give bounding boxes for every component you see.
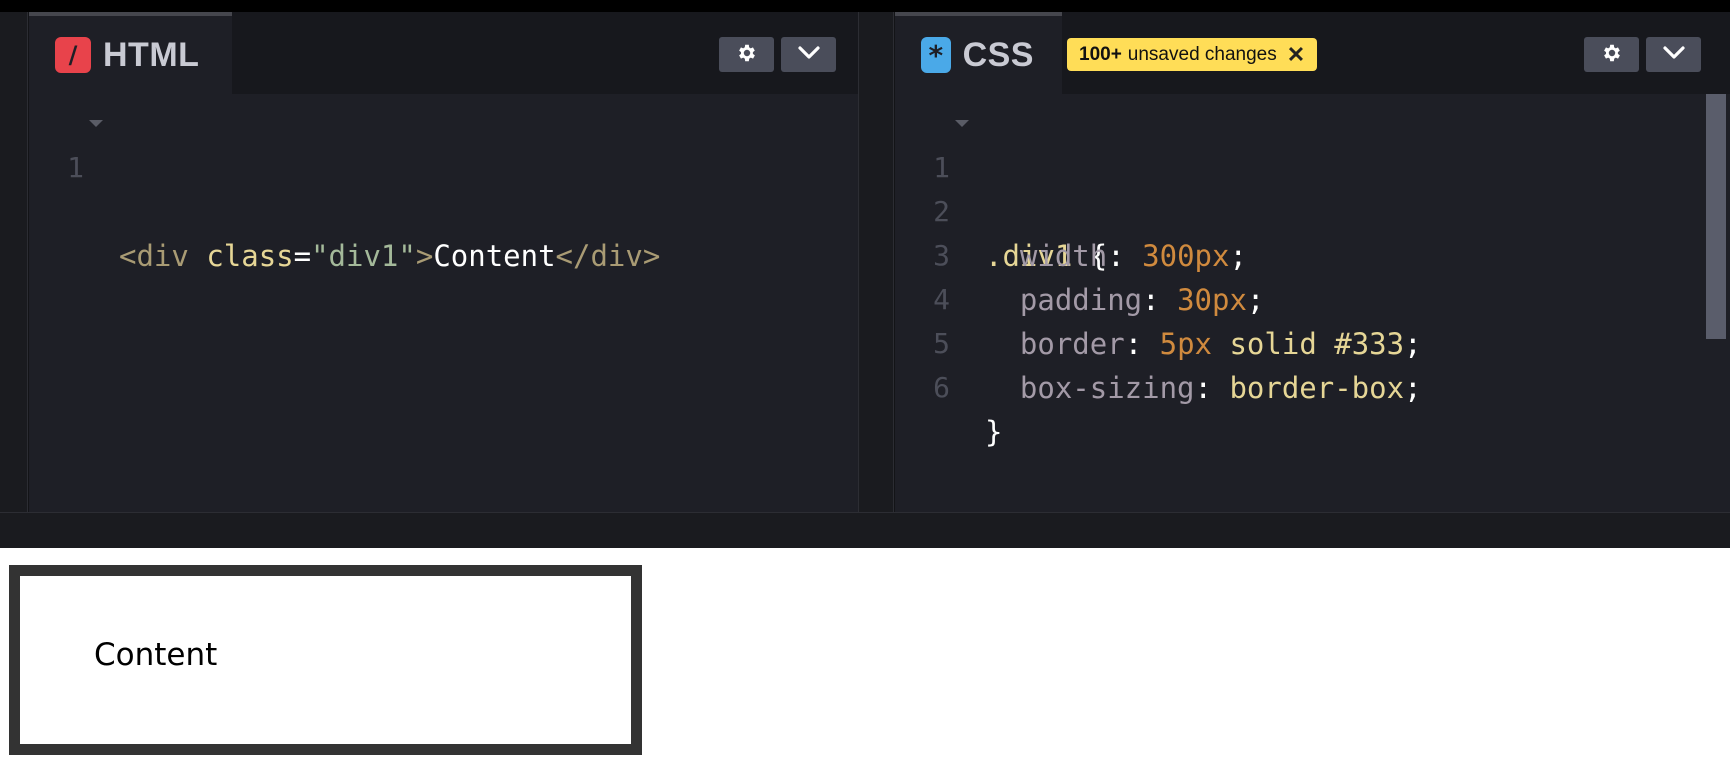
- html-tab[interactable]: / HTML: [29, 12, 232, 94]
- css-code-area[interactable]: 1 .div1 { 2 width: 300px; 3 padding: 30p…: [895, 94, 1730, 512]
- attr-name: class: [206, 239, 294, 273]
- code-line: 6 }: [895, 322, 1730, 449]
- css-tab-title: CSS: [962, 35, 1034, 74]
- code-text: box-sizing: border-box;: [985, 366, 1422, 410]
- html-panel-header: / HTML: [29, 12, 858, 94]
- css-tab[interactable]: * CSS: [895, 12, 1062, 94]
- code-line: 1 .div1 {: [895, 102, 1730, 273]
- preview-div1-box: Content: [9, 565, 642, 755]
- gear-icon: [1601, 42, 1623, 68]
- fold-arrow-icon[interactable]: [955, 120, 969, 127]
- chevron-down-icon: [1662, 45, 1686, 65]
- html-tab-title: HTML: [103, 35, 200, 74]
- preview-resize-bar[interactable]: [0, 512, 1730, 548]
- css-semicolon: ;: [1404, 371, 1422, 405]
- html-collapse-button[interactable]: [781, 37, 836, 72]
- line-number: 6: [933, 371, 950, 404]
- css-value: border-box: [1229, 371, 1405, 405]
- code-line: 1 <div class="div1">Content</div>: [29, 102, 858, 273]
- close-brace: }: [985, 415, 1003, 449]
- css-scrollbar[interactable]: [1706, 94, 1726, 339]
- code-line: 2 width: 300px;: [895, 146, 1730, 273]
- css-collapse-button[interactable]: [1646, 37, 1701, 72]
- tag-close-bracket: >: [415, 239, 434, 273]
- unsaved-changes-badge: 100+ unsaved changes ✕: [1067, 38, 1318, 71]
- tag-end: </div>: [555, 239, 661, 273]
- attr-eq: =: [293, 239, 312, 273]
- attr-value: "div1": [311, 239, 416, 273]
- css-colon: :: [1194, 371, 1212, 405]
- editor-area: / HTML 1 <div class="div1">Content</div>: [0, 12, 1730, 512]
- panel-resize-gutter[interactable]: [858, 12, 894, 512]
- element-content: Content: [433, 239, 556, 273]
- result-preview: Content: [0, 548, 1730, 782]
- css-settings-button[interactable]: [1584, 37, 1639, 72]
- html-settings-button[interactable]: [719, 37, 774, 72]
- unsaved-count: 100+: [1079, 43, 1122, 65]
- css-panel-header: * CSS 100+ unsaved changes ✕: [895, 12, 1730, 94]
- code-text: <div class="div1">Content</div>: [119, 234, 660, 278]
- line-number: 1: [67, 151, 84, 184]
- code-line: 5 box-sizing: border-box;: [895, 278, 1730, 405]
- fold-arrow-icon[interactable]: [89, 120, 103, 127]
- chevron-down-icon: [797, 45, 821, 65]
- html-editor-panel: / HTML 1 <div class="div1">Content</div>: [29, 12, 858, 512]
- left-gutter: [0, 12, 28, 512]
- gear-icon: [736, 42, 758, 68]
- preview-content-text: Content: [94, 637, 218, 673]
- html-code-area[interactable]: 1 <div class="div1">Content</div>: [29, 94, 858, 512]
- close-icon[interactable]: ✕: [1287, 42, 1305, 68]
- code-line: 3 padding: 30px;: [895, 190, 1730, 317]
- unsaved-label: unsaved changes: [1127, 43, 1277, 65]
- asterisk-icon: *: [921, 37, 951, 73]
- css-property: box-sizing: [1019, 371, 1195, 405]
- tag-open: <div: [119, 239, 189, 273]
- css-editor-panel: * CSS 100+ unsaved changes ✕ 1 .div1 {2…: [895, 12, 1730, 512]
- top-bar: [0, 0, 1730, 12]
- code-text: }: [985, 410, 1002, 454]
- slash-icon: /: [55, 37, 91, 73]
- code-line: 4 border: 5px solid #333;: [895, 234, 1730, 361]
